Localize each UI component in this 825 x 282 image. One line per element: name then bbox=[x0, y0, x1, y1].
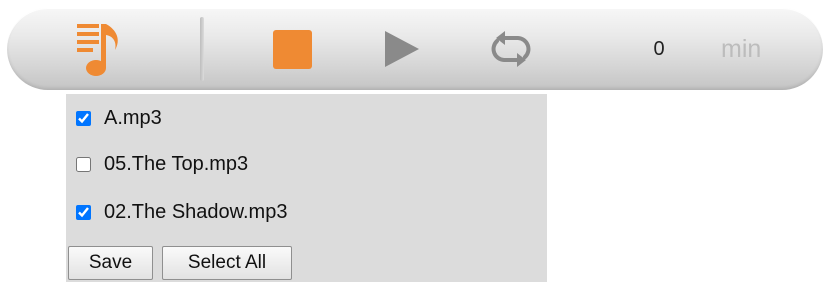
track-item[interactable]: 02.The Shadow.mp3 bbox=[76, 199, 287, 225]
time-value: 0 bbox=[653, 38, 665, 60]
select-all-button[interactable]: Select All bbox=[162, 246, 292, 280]
stop-button[interactable] bbox=[269, 8, 315, 90]
track-label: 02.The Shadow.mp3 bbox=[104, 200, 288, 223]
music-player: 0 min A.mp3 05.The Top.mp3 02.The Shadow… bbox=[0, 0, 825, 282]
playlist-button[interactable] bbox=[73, 8, 125, 90]
player-toolbar: 0 min bbox=[7, 8, 823, 90]
save-button[interactable]: Save bbox=[68, 246, 153, 280]
track-checkbox[interactable] bbox=[76, 204, 91, 220]
track-checkbox[interactable] bbox=[76, 156, 91, 172]
track-item[interactable]: A.mp3 bbox=[76, 105, 162, 131]
play-button[interactable] bbox=[377, 8, 425, 90]
play-icon bbox=[385, 31, 419, 67]
track-item[interactable]: 05.The Top.mp3 bbox=[76, 151, 248, 177]
track-checkbox[interactable] bbox=[76, 110, 91, 126]
playlist-panel: A.mp3 05.The Top.mp3 02.The Shadow.mp3 S… bbox=[66, 94, 547, 282]
track-label: 05.The Top.mp3 bbox=[104, 152, 249, 175]
repeat-icon bbox=[491, 31, 531, 67]
time-unit-label: min bbox=[721, 35, 762, 63]
repeat-button[interactable] bbox=[483, 8, 539, 90]
stop-icon bbox=[272, 29, 312, 69]
track-label: A.mp3 bbox=[104, 106, 162, 129]
playlist-icon bbox=[77, 24, 118, 76]
toolbar-divider bbox=[200, 17, 204, 81]
